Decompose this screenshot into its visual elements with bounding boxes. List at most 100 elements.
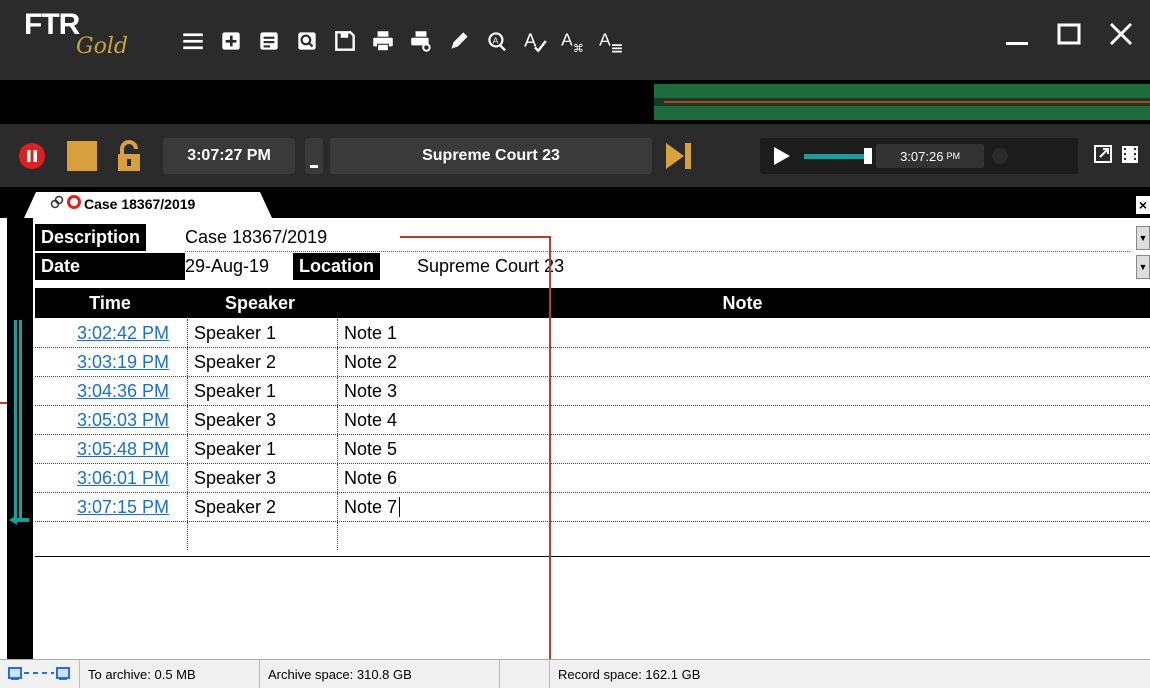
time-cell[interactable]: 3:05:03 PM (35, 406, 185, 434)
time-cell[interactable]: 3:05:48 PM (35, 435, 185, 463)
table-row[interactable]: 3:05:48 PM Speaker 1 Note 5 (35, 435, 1150, 464)
table-row[interactable]: 3:07:15 PM Speaker 2 Note 7 (35, 493, 1150, 522)
svg-text:⌘: ⌘ (573, 42, 584, 54)
playback-indicator (992, 148, 1008, 164)
minimize-icon[interactable] (1002, 16, 1032, 52)
description-dropdown-icon[interactable]: ▼ (1136, 226, 1150, 250)
status-spacer (500, 660, 550, 688)
format-list-icon[interactable]: A (598, 28, 624, 54)
waveform[interactable] (654, 84, 1150, 120)
description-field[interactable]: Case 18367/2019 (185, 224, 327, 251)
date-dropdown-icon[interactable]: ▼ (1136, 255, 1150, 279)
note-cell-active[interactable]: Note 7 (337, 493, 1150, 521)
time-cell[interactable] (35, 522, 185, 550)
print-preview-icon[interactable] (408, 28, 434, 54)
svg-text:A: A (599, 29, 611, 49)
timeline-marker (14, 320, 17, 520)
note-cell[interactable]: Note 6 (337, 464, 1150, 492)
lock-icon[interactable] (114, 139, 144, 173)
timeline-tick (0, 402, 7, 404)
note-cell[interactable] (337, 522, 1150, 550)
notes-icon[interactable] (256, 28, 282, 54)
notes-table-header: Time Speaker Note (35, 288, 1150, 318)
tab-close-button[interactable]: × (1136, 196, 1150, 214)
playback-time: 3:07:26 PM (876, 144, 984, 168)
table-row[interactable]: 3:04:36 PM Speaker 1 Note 3 (35, 377, 1150, 406)
to-archive-status: To archive: 0.5 MB (80, 660, 260, 688)
record-space-status: Record space: 162.1 GB (558, 666, 701, 682)
search-notes-icon[interactable] (294, 28, 320, 54)
note-cell[interactable]: Note 2 (337, 348, 1150, 376)
film-icon[interactable] (1120, 143, 1140, 165)
shortcut-icon[interactable]: A ⌘ (560, 28, 586, 54)
stop-button[interactable] (67, 141, 97, 171)
scrubber-handle[interactable] (864, 148, 872, 164)
table-row[interactable]: 3:06:01 PM Speaker 3 Note 6 (35, 464, 1150, 493)
speaker-cell[interactable]: Speaker 1 (187, 377, 335, 405)
speaker-cell[interactable] (187, 522, 335, 550)
note-cell[interactable]: Note 1 (337, 319, 1150, 347)
save-icon[interactable] (332, 28, 358, 54)
note-cell[interactable]: Note 5 (337, 435, 1150, 463)
tab-case[interactable]: Case 18367/2019 (24, 192, 272, 218)
expand-icon[interactable] (1093, 143, 1113, 165)
text-cursor (399, 497, 401, 517)
table-row[interactable]: 3:03:19 PM Speaker 2 Note 2 (35, 348, 1150, 377)
skip-to-end-icon[interactable] (664, 140, 694, 172)
input-level (305, 138, 323, 174)
menu-icon[interactable] (180, 28, 206, 54)
maximize-icon[interactable] (1054, 16, 1084, 52)
timeline-marker-2 (19, 320, 22, 520)
close-icon[interactable] (1106, 16, 1136, 52)
speaker-header[interactable]: Speaker (185, 288, 335, 318)
table-row[interactable]: 3:02:42 PM Speaker 1 Note 1 (35, 319, 1150, 348)
app-logo: FTR Gold (24, 8, 128, 59)
description-label: Description (35, 224, 147, 251)
svg-text:A: A (561, 29, 573, 49)
timeline-pointer-icon[interactable] (9, 513, 29, 525)
pause-record-button[interactable] (19, 143, 45, 169)
svg-text:A: A (524, 29, 537, 50)
note-cell[interactable]: Note 4 (337, 406, 1150, 434)
speaker-cell[interactable]: Speaker 2 (187, 493, 335, 521)
svg-text:A: A (493, 36, 499, 46)
attachment-icon (50, 195, 64, 212)
time-cell[interactable]: 3:03:19 PM (35, 348, 185, 376)
new-record-icon[interactable] (218, 28, 244, 54)
playback-scrubber[interactable] (804, 154, 864, 159)
speaker-cell[interactable]: Speaker 1 (187, 435, 335, 463)
location-field[interactable]: Supreme Court 23 (417, 253, 564, 280)
location-display[interactable]: Supreme Court 23 (330, 138, 652, 174)
time-header[interactable]: Time (35, 288, 185, 318)
pen-icon[interactable] (446, 28, 472, 54)
speaker-cell[interactable]: Speaker 3 (187, 406, 335, 434)
connection-icon (0, 660, 80, 688)
time-cell[interactable]: 3:02:42 PM (35, 319, 185, 347)
table-row[interactable]: 3:05:03 PM Speaker 3 Note 4 (35, 406, 1150, 435)
record-clock: 3:07:27 PM (163, 138, 295, 174)
time-cell[interactable]: 3:04:36 PM (35, 377, 185, 405)
annotation-line-vertical (549, 236, 551, 687)
case-metadata: Description Case 18367/2019 Date 29-Aug-… (35, 224, 1150, 280)
time-cell[interactable]: 3:07:15 PM (35, 493, 185, 521)
date-label: Date (35, 253, 185, 280)
table-row-empty[interactable] (35, 522, 1150, 557)
print-icon[interactable] (370, 28, 396, 54)
record-status-icon (67, 195, 81, 212)
note-cell[interactable]: Note 3 (337, 377, 1150, 405)
time-cell[interactable]: 3:06:01 PM (35, 464, 185, 492)
speaker-cell[interactable]: Speaker 2 (187, 348, 335, 376)
note-header[interactable]: Note (335, 288, 1150, 318)
annotation-line (400, 236, 551, 238)
window-controls (1002, 16, 1136, 52)
speaker-cell[interactable]: Speaker 3 (187, 464, 335, 492)
archive-space-status: Archive space: 310.8 GB (260, 660, 500, 688)
find-icon[interactable]: A (484, 28, 510, 54)
speaker-cell[interactable]: Speaker 1 (187, 319, 335, 347)
date-field[interactable]: 29-Aug-19 (185, 253, 269, 280)
notes-table: 3:02:42 PM Speaker 1 Note 1 3:03:19 PM S… (35, 319, 1150, 557)
tab-title: Case 18367/2019 (84, 195, 196, 212)
spellcheck-icon[interactable]: A (522, 28, 548, 54)
playback-panel: 3:07:26 PM (760, 138, 1078, 174)
play-icon[interactable] (772, 146, 792, 166)
